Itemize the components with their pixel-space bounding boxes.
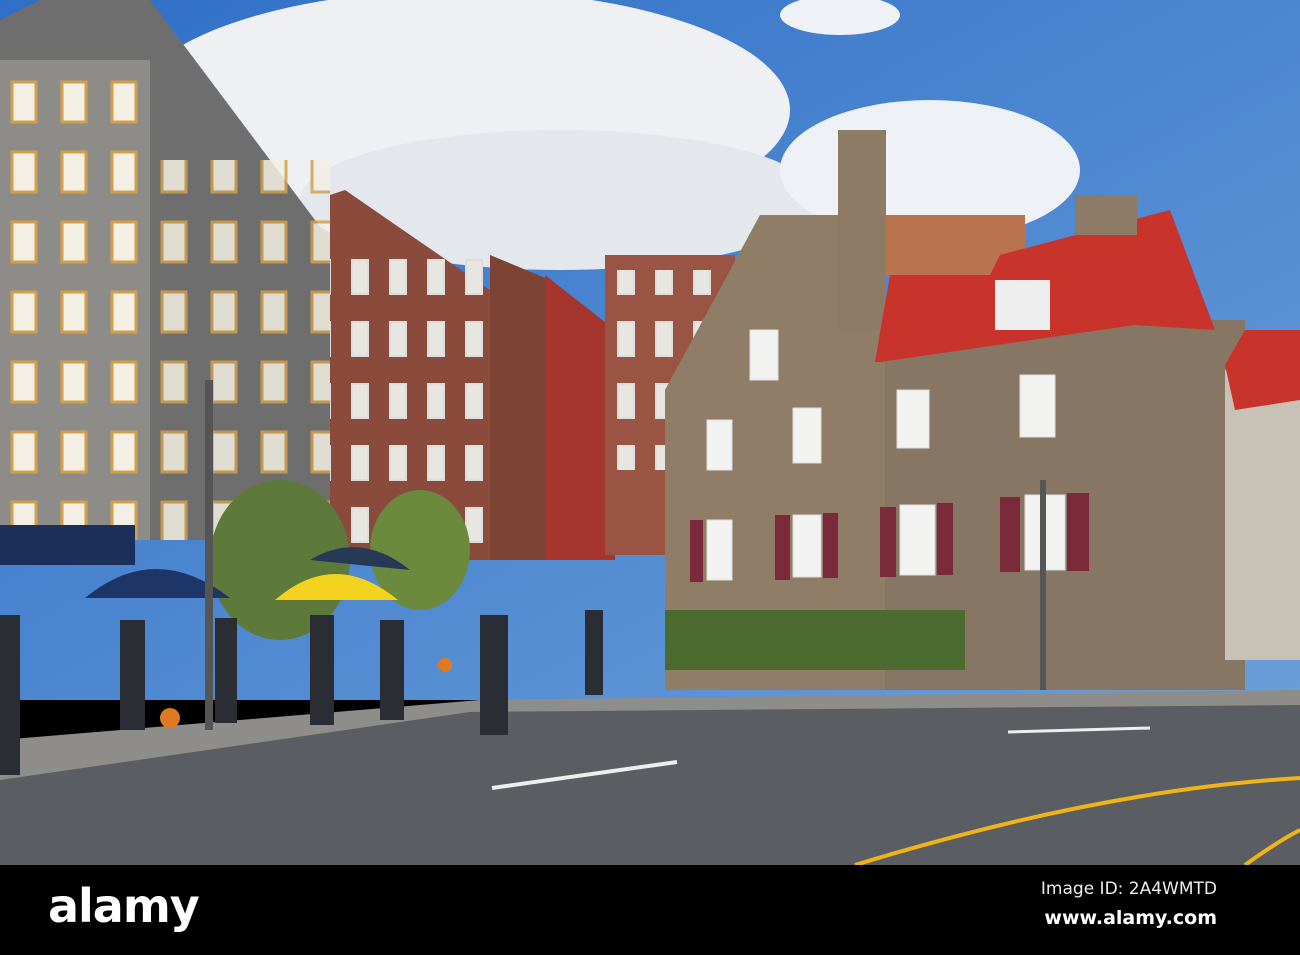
image-id-label: Image ID: 2A4WMTD (1040, 879, 1217, 899)
watermark-bar: alamy Image ID: 2A4WMTD www.alamy.com (0, 865, 1300, 955)
alamy-logo: alamy (48, 879, 200, 933)
street-scene-photo (0, 0, 1300, 865)
site-url: www.alamy.com (1044, 907, 1217, 929)
right-building (1225, 330, 1300, 660)
road (0, 690, 1300, 865)
